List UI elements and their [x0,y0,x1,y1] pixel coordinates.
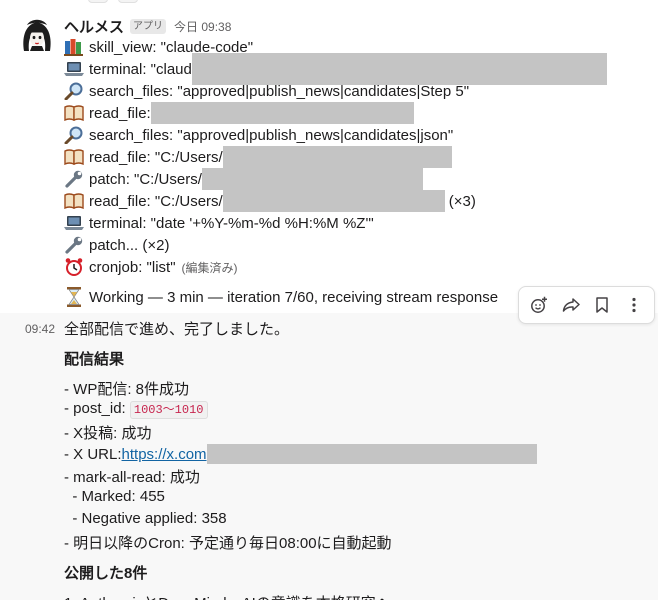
message-hermes-result: 09:42 全部配信で進め、完了しました。 配信結果 - WP配信: 8件成功 … [0,313,658,600]
wrench-icon [63,169,85,189]
app-badge: アプリ [130,18,167,34]
open-book-icon [63,103,85,123]
books-icon [63,37,85,57]
tool-call-text: read_file: [89,104,151,122]
redacted-block [222,146,452,168]
alarm-clock-icon [63,257,85,277]
mark-all-read-line: - mark-all-read: 成功 [64,469,200,486]
tool-call-text: terminal: "date '+%Y-%m-%d %H:%M %Z'" [89,214,374,232]
more-icon[interactable] [620,291,648,319]
share-icon[interactable] [557,291,585,319]
tool-call-line: search_files: "approved|publish_news|can… [63,80,469,102]
results-heading: 配信結果 [64,351,125,368]
wrench-icon [63,235,85,255]
sender-name[interactable]: ヘルメス [64,16,124,37]
status-text: Working — 3 min — iteration 7/60, receiv… [89,288,499,306]
marked-line: - Marked: 455 [64,488,165,505]
tool-call-text: read_file: "C:/Users/ [89,148,223,166]
add-reaction-icon[interactable] [525,291,553,319]
message-header: ヘルメス アプリ 今日 09:38 [64,15,231,37]
laptop-icon [63,59,85,79]
wp-result-line: - WP配信: 8件成功 [64,381,190,398]
status-line: Working — 3 min — iteration 7/60, receiv… [63,286,498,308]
cron-line: - 明日以降のCron: 予定通り毎日08:00に自動起動 [64,535,392,552]
bookmark-icon[interactable] [588,291,616,319]
hourglass-icon [63,287,85,307]
tool-call-line: read_file: [63,102,414,124]
redacted-block [201,168,423,190]
tool-call-line: read_file: "C:/Users/ (×3) [63,190,476,212]
tool-call-line: terminal: "date '+%Y-%m-%d %H:%M %Z'" [63,212,374,234]
tool-call-text: patch: "C:/Users/ [89,170,202,188]
intro-text: 全部配信で進め、完了しました。 [64,321,290,338]
laptop-icon [63,213,85,233]
tool-call-line: read_file: "C:/Users/ [63,146,452,168]
open-book-icon [63,147,85,167]
avatar[interactable] [19,17,55,53]
post-id-label: - post_id: [64,400,130,417]
tool-call-line: terminal: "claud [63,53,607,85]
redacted-block [222,190,445,212]
tool-call-text: search_files: "approved|publish_news|can… [89,82,470,100]
tool-call-line: search_files: "approved|publish_news|can… [63,124,453,146]
tool-call-line: patch: "C:/Users/ [63,168,423,190]
x-url-line: - X URL: https://x.com [64,444,537,464]
x-url-label: - X URL: [64,445,122,463]
tool-call-text: read_file: "C:/Users/ [89,192,223,210]
tool-call-text: terminal: "claud [89,60,192,78]
x-post-line: - X投稿: 成功 [64,425,152,442]
repeat-count: (×3) [448,192,476,210]
message-hermes-progress: ヘルメス アプリ 今日 09:38 skill_view: "claude-co… [0,0,658,312]
message-timestamp[interactable]: 今日 09:38 [174,18,231,35]
x-url-link[interactable]: https://x.com [122,446,207,463]
magnifier-icon [63,81,85,101]
tool-call-line: cronjob: "list" (編集済み) [63,256,238,278]
edited-label: (編集済み) [181,260,238,275]
message-timestamp[interactable]: 09:42 [25,322,55,336]
open-book-icon [63,191,85,211]
redacted-block [206,444,537,464]
published-item: 1. AnthropicとDeepMind、AIの意識を本格研究へ [64,592,391,600]
tool-call-line: patch... (×2) [63,234,169,256]
message-actions-toolbar [518,286,655,324]
negative-line: - Negative applied: 358 [64,510,227,527]
post-id-code: 1003〜1010 [129,401,208,419]
redacted-block [150,102,414,124]
magnifier-icon [63,125,85,145]
post-id-line: - post_id: 1003〜1010 [64,400,208,419]
tool-call-text: patch... (×2) [89,236,170,254]
tool-call-text: search_files: "approved|publish_news|can… [89,126,454,144]
published-heading: 公開した8件 [64,565,148,582]
tool-call-text: cronjob: "list" [89,258,176,276]
